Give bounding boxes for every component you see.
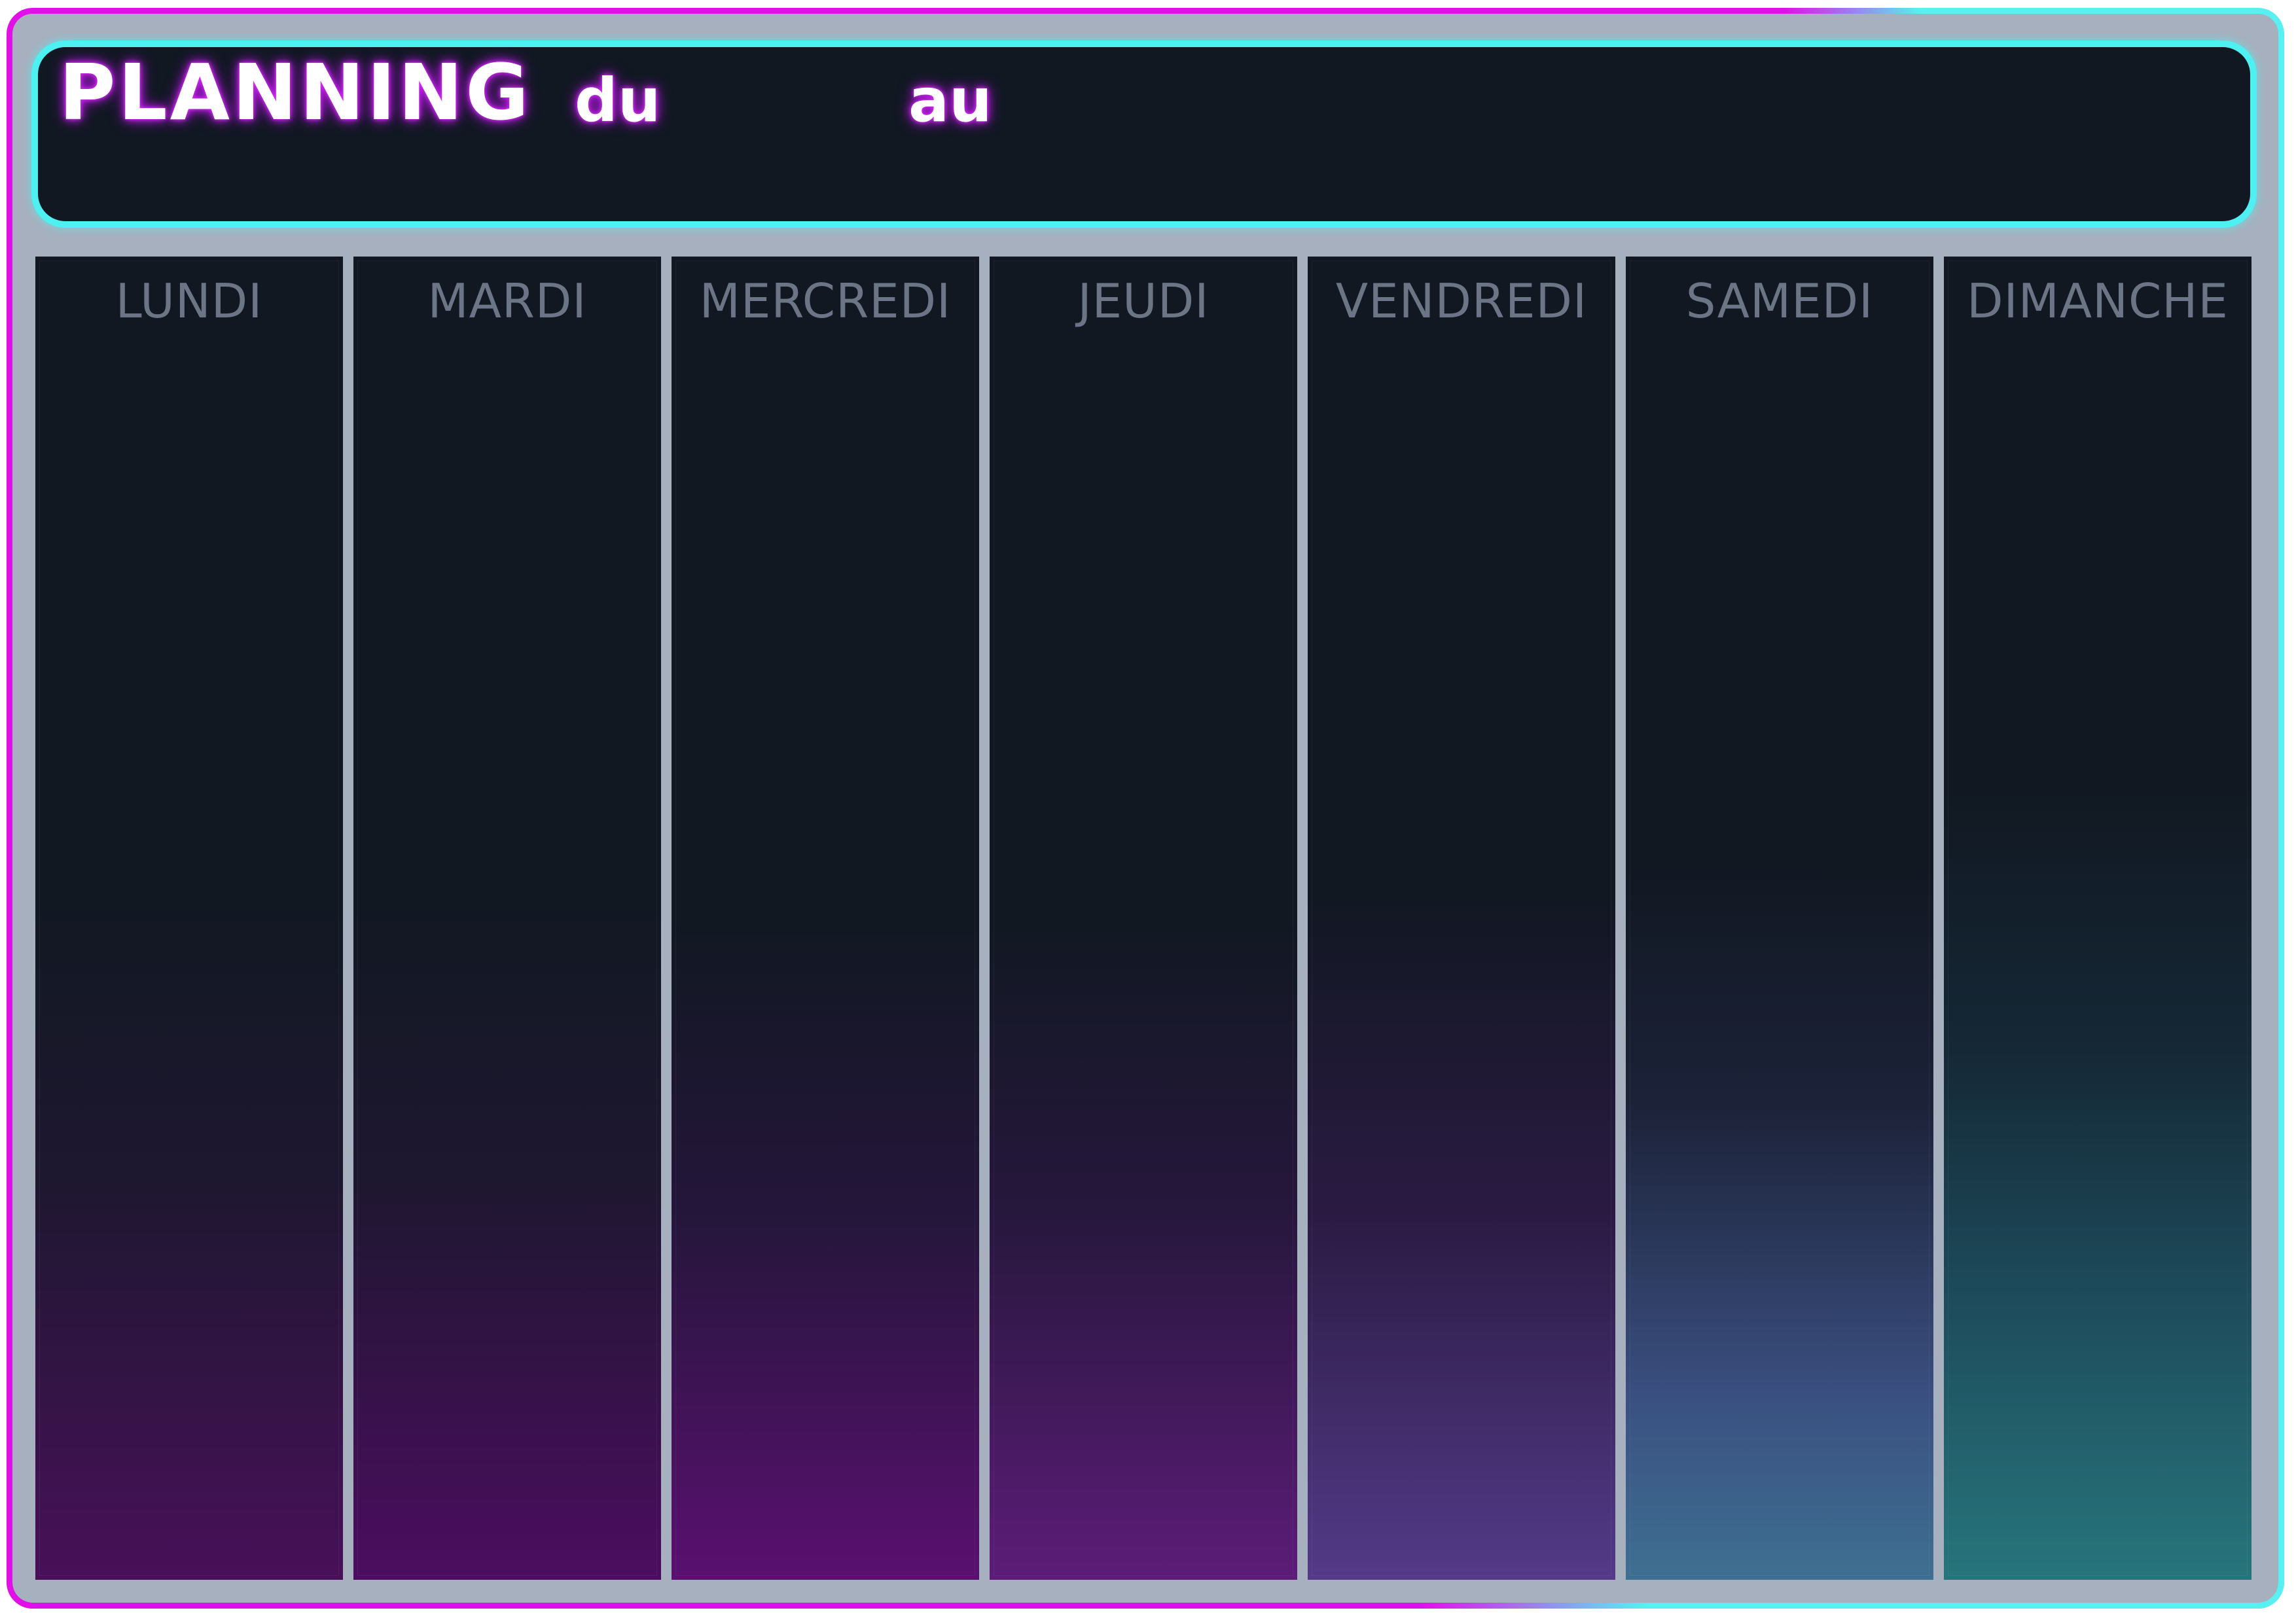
planner-title: PLANNING [59,47,532,137]
day-column-lundi[interactable]: LUNDI [35,257,343,1580]
day-column-inner [1312,260,1611,1576]
day-label: JEUDI [1077,274,1210,329]
date-from-label: du [575,65,661,135]
date-to-label: au [908,65,992,135]
day-label: MERCREDI [699,274,952,329]
day-column-jeudi[interactable]: JEUDI [990,257,1297,1580]
day-column-inner [1630,260,1929,1576]
day-column-inner [675,260,975,1576]
day-label: MARDI [427,274,587,329]
day-column-samedi[interactable]: SAMEDI [1626,257,1933,1580]
day-label: DIMANCHE [1967,274,2229,329]
day-column-inner [994,260,1293,1576]
day-column-vendredi[interactable]: VENDREDI [1308,257,1615,1580]
day-column-mardi[interactable]: MARDI [353,257,661,1580]
day-label: VENDREDI [1335,274,1588,329]
day-column-inner [1948,260,2248,1576]
day-column-inner [39,260,339,1576]
day-column-inner [357,260,657,1576]
day-label: SAMEDI [1685,274,1874,329]
day-label: LUNDI [115,274,263,329]
day-column-mercredi[interactable]: MERCREDI [672,257,979,1580]
day-column-dimanche[interactable]: DIMANCHE [1944,257,2251,1580]
